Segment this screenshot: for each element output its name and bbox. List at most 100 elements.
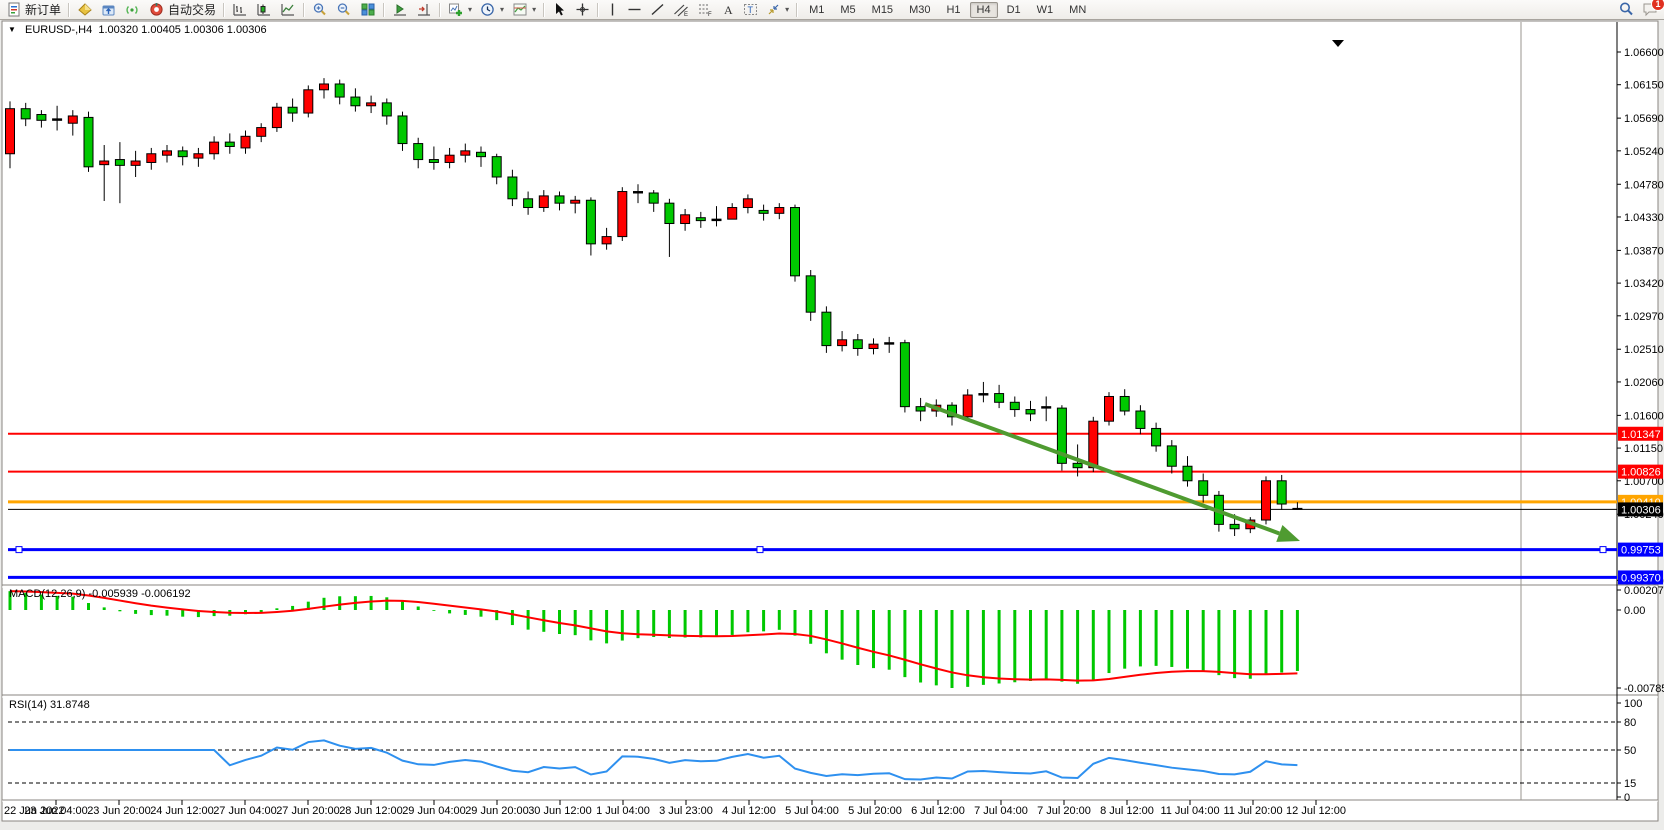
candle[interactable] bbox=[288, 107, 297, 113]
rsi-axis-label: 100 bbox=[1624, 698, 1642, 710]
candle[interactable] bbox=[21, 109, 30, 119]
candle[interactable] bbox=[1010, 402, 1019, 409]
candle[interactable] bbox=[84, 117, 93, 166]
candle[interactable] bbox=[634, 192, 643, 193]
candle[interactable] bbox=[131, 161, 140, 165]
candle[interactable] bbox=[979, 394, 988, 395]
time-tick-label: 8 Jul 12:00 bbox=[1100, 805, 1154, 817]
candle[interactable] bbox=[508, 177, 517, 199]
candle[interactable] bbox=[1042, 407, 1051, 408]
candle[interactable] bbox=[1183, 466, 1192, 481]
time-tick-label: 5 Jul 20:00 bbox=[848, 805, 902, 817]
mt4-application: 新订单自动交易▾▾▾EFAT▾M1M5M15M30H1H4D1W1MN1 1.0… bbox=[0, 0, 1664, 830]
price-tick-label: 1.03870 bbox=[1624, 245, 1664, 257]
price-tick-label: 1.05240 bbox=[1624, 146, 1664, 158]
candle[interactable] bbox=[696, 218, 705, 221]
candle[interactable] bbox=[759, 210, 768, 213]
candle[interactable] bbox=[163, 151, 172, 155]
candle[interactable] bbox=[838, 340, 847, 346]
rsi-axis-label: 80 bbox=[1624, 717, 1636, 729]
time-tick-label: 23 Jun 20:00 bbox=[87, 805, 151, 817]
candle[interactable] bbox=[1120, 396, 1129, 411]
candle[interactable] bbox=[210, 142, 219, 154]
macd-axis-label: 0.002073 bbox=[1624, 585, 1664, 597]
candle[interactable] bbox=[775, 208, 784, 214]
candle[interactable] bbox=[194, 154, 203, 158]
candle[interactable] bbox=[743, 199, 752, 208]
price-label-text: 0.99753 bbox=[1621, 545, 1661, 557]
candle[interactable] bbox=[68, 116, 77, 123]
candle[interactable] bbox=[963, 395, 972, 417]
candle[interactable] bbox=[571, 200, 580, 203]
price-tick-label: 1.01150 bbox=[1624, 443, 1663, 455]
time-tick-label: 23 Jun 04:00 bbox=[24, 805, 88, 817]
rsi-axis-label: 50 bbox=[1624, 745, 1636, 757]
candle[interactable] bbox=[320, 84, 329, 90]
line-drag-handle[interactable] bbox=[1600, 547, 1606, 553]
candle[interactable] bbox=[1199, 481, 1208, 496]
candle[interactable] bbox=[257, 128, 266, 137]
candle[interactable] bbox=[272, 107, 281, 127]
candle[interactable] bbox=[681, 215, 690, 224]
candle[interactable] bbox=[853, 340, 862, 349]
candle[interactable] bbox=[178, 151, 187, 157]
candle[interactable] bbox=[382, 103, 391, 116]
candle[interactable] bbox=[461, 151, 470, 155]
candle[interactable] bbox=[398, 116, 407, 144]
candle[interactable] bbox=[885, 343, 894, 344]
candle[interactable] bbox=[241, 136, 250, 148]
candle[interactable] bbox=[100, 161, 109, 165]
candle[interactable] bbox=[586, 200, 595, 244]
candle[interactable] bbox=[147, 154, 156, 163]
candle[interactable] bbox=[37, 115, 46, 121]
candle[interactable] bbox=[1277, 481, 1286, 504]
candle[interactable] bbox=[1073, 463, 1082, 467]
candle[interactable] bbox=[728, 208, 737, 220]
candle[interactable] bbox=[335, 84, 344, 97]
candle[interactable] bbox=[367, 103, 376, 106]
candle[interactable] bbox=[1293, 508, 1302, 509]
candle[interactable] bbox=[869, 344, 878, 348]
candle[interactable] bbox=[1026, 410, 1035, 414]
candle[interactable] bbox=[1152, 428, 1161, 445]
candle[interactable] bbox=[712, 219, 721, 220]
candle[interactable] bbox=[1136, 411, 1145, 428]
candle[interactable] bbox=[822, 312, 831, 345]
candle[interactable] bbox=[6, 109, 15, 154]
price-tick-label: 1.04780 bbox=[1624, 179, 1664, 191]
candle[interactable] bbox=[225, 142, 234, 146]
time-tick-label: 6 Jul 12:00 bbox=[911, 805, 965, 817]
candle[interactable] bbox=[1262, 481, 1271, 520]
line-drag-handle[interactable] bbox=[757, 547, 763, 553]
candle[interactable] bbox=[115, 160, 124, 166]
candle[interactable] bbox=[1230, 524, 1239, 528]
candle[interactable] bbox=[492, 157, 501, 177]
candle[interactable] bbox=[429, 160, 438, 163]
candle[interactable] bbox=[1167, 446, 1176, 466]
candle[interactable] bbox=[916, 407, 925, 411]
candle[interactable] bbox=[995, 394, 1004, 403]
candle[interactable] bbox=[304, 90, 313, 113]
candle[interactable] bbox=[618, 192, 627, 237]
candle[interactable] bbox=[649, 193, 658, 203]
line-drag-handle[interactable] bbox=[16, 547, 22, 553]
price-tick-label: 1.02970 bbox=[1624, 311, 1664, 323]
candle[interactable] bbox=[351, 97, 360, 106]
candle[interactable] bbox=[1105, 396, 1114, 421]
candle[interactable] bbox=[665, 203, 674, 223]
candle[interactable] bbox=[900, 343, 909, 407]
time-tick-label: 11 Jul 04:00 bbox=[1160, 805, 1219, 817]
candle[interactable] bbox=[445, 155, 454, 162]
candle[interactable] bbox=[806, 276, 815, 312]
candle[interactable] bbox=[555, 196, 564, 203]
candle[interactable] bbox=[414, 144, 423, 160]
candle[interactable] bbox=[477, 152, 486, 156]
chart-canvas[interactable]: 1.066001.061501.056901.052401.047801.043… bbox=[0, 0, 1664, 830]
candle[interactable] bbox=[1089, 421, 1098, 468]
candle[interactable] bbox=[53, 119, 62, 120]
time-tick-label: 3 Jul 23:00 bbox=[659, 805, 713, 817]
candle[interactable] bbox=[524, 199, 533, 208]
candle[interactable] bbox=[791, 208, 800, 276]
candle[interactable] bbox=[602, 237, 611, 244]
candle[interactable] bbox=[539, 196, 548, 208]
